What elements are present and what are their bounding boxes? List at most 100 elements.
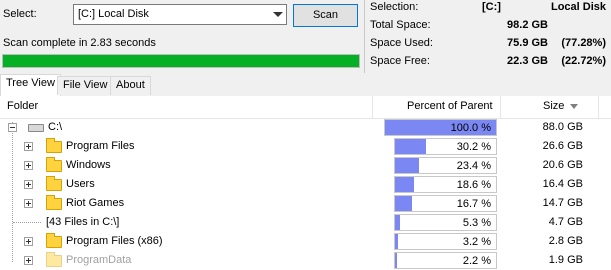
size-text: 26.6 GB [542,140,583,152]
scan-progress-bar [2,54,360,68]
selection-label: Selection: [370,1,419,13]
tree-row[interactable]: Riot Games 16.7 % 14.7 GB [0,194,611,213]
tree-row[interactable]: Users 18.6 % 16.4 GB [0,175,611,194]
drive-select-value: [C:] Local Disk [78,8,149,20]
percent-bar-fill [395,234,399,249]
percent-bar-fill [395,215,401,230]
selection-name: Local Disk [550,1,606,13]
folder-icon [46,157,62,172]
percent-bar-fill [395,158,419,173]
tree-root-row[interactable]: C:\ 100.0 % 88.0 GB [0,118,611,137]
tree-row[interactable]: ProgramData 2.2 % 1.9 GB [0,251,611,270]
percent-text: 5.3 % [462,217,491,229]
column-size[interactable]: Size [543,100,564,112]
drive-select[interactable]: [C:] Local Disk [73,4,287,25]
selection-drive: [C:] [482,1,501,13]
percent-text: 16.7 % [456,198,491,210]
size-text: 1.9 GB [548,254,583,266]
tree-item-name: Program Files (x86) [66,235,163,247]
size-text: 4.7 GB [548,216,583,228]
percent-bar: 100.0 % [384,119,497,136]
tree-view: Folder Percent of Parent Size C:\ 100.0 %… [0,96,611,270]
space-used-label: Space Used: [370,37,433,49]
percent-bar: 5.3 % [394,214,497,231]
column-separator[interactable] [372,96,373,118]
folder-icon [46,252,62,267]
chevron-down-icon[interactable] [273,12,283,17]
size-text: 88.0 GB [542,121,583,133]
tree-item-name: C:\ [48,121,63,133]
scan-controls: Select: [C:] Local Disk Scan Scan comple… [0,0,364,73]
percent-text: 23.4 % [456,160,491,172]
tree-item-name: Users [66,178,95,190]
percent-bar: 23.4 % [394,157,497,174]
percent-text: 2.2 % [462,255,491,267]
total-space-label: Total Space: [370,19,431,31]
tree-item-name: Windows [66,159,111,171]
tree-row[interactable]: [43 Files in C:\] 5.3 % 4.7 GB [0,213,611,232]
tab-tree-view[interactable]: Tree View [0,74,61,96]
size-text: 14.7 GB [542,197,583,209]
scan-progress-fill [3,55,359,67]
percent-bar-fill [395,139,426,154]
percent-bar-fill [395,196,412,211]
tree-row[interactable]: Program Files 30.2 % 26.6 GB [0,137,611,156]
tree-item-name: Riot Games [66,197,125,209]
select-label: Select: [3,8,37,20]
percent-bar: 18.6 % [394,176,497,193]
percent-text: 30.2 % [456,141,491,153]
total-space-row: Total Space: 98.2 GB [370,18,608,36]
column-separator[interactable] [500,96,501,118]
space-used-row: Space Used: 75.9 GB (77.28%) [370,36,608,54]
scan-status: Scan complete in 2.83 seconds [3,37,156,49]
percent-text: 3.2 % [462,236,491,248]
space-free-label: Space Free: [370,55,430,67]
total-space-value: 98.2 GB [507,19,548,31]
expand-icon[interactable] [24,161,33,170]
tree-guide-line [13,222,41,224]
scan-button[interactable]: Scan [293,4,358,27]
expand-icon[interactable] [24,142,33,151]
expand-icon[interactable] [24,199,33,208]
folder-icon [46,195,62,210]
expand-icon[interactable] [24,256,33,265]
space-free-value: 22.3 GB [507,55,548,67]
space-free-row: Space Free: 22.3 GB (22.72%) [370,54,608,72]
percent-bar: 3.2 % [394,233,497,250]
drive-info: Selection: [C:] Local Disk Total Space: … [370,0,610,73]
percent-text: 18.6 % [456,179,491,191]
folder-icon [46,138,62,153]
selection-row: Selection: [C:] Local Disk [370,0,608,18]
column-percent[interactable]: Percent of Parent [407,100,493,112]
disk-icon [28,124,44,132]
space-free-percent: (22.72%) [561,55,606,67]
view-tabs: Tree View File View About [0,74,611,97]
size-text: 16.4 GB [542,178,583,190]
sort-descending-icon [570,104,578,109]
expand-icon[interactable] [24,237,33,246]
tree-row[interactable]: Windows 23.4 % 20.6 GB [0,156,611,175]
folder-icon [46,233,62,248]
expand-icon[interactable] [24,180,33,189]
tab-about[interactable]: About [110,76,151,95]
column-separator[interactable] [598,96,599,118]
percent-text: 100.0 % [450,122,491,134]
tree-item-name: Program Files [66,140,135,152]
tree-row[interactable]: Program Files (x86) 3.2 % 2.8 GB [0,232,611,251]
top-panel: Select: [C:] Local Disk Scan Scan comple… [0,0,611,73]
tab-file-view[interactable]: File View [57,76,114,95]
percent-bar: 30.2 % [394,138,497,155]
size-text: 2.8 GB [548,235,583,247]
size-text: 20.6 GB [542,159,583,171]
percent-bar-fill [395,177,414,192]
percent-bar-fill [395,253,398,268]
column-folder[interactable]: Folder [7,100,38,112]
tree-item-name: ProgramData [66,254,132,266]
space-used-value: 75.9 GB [507,37,548,49]
panel-divider [364,0,365,73]
folder-icon [46,176,62,191]
collapse-icon[interactable] [8,123,17,132]
column-header: Folder Percent of Parent Size [0,96,611,119]
space-used-percent: (77.28%) [561,37,606,49]
tree-item-name: [43 Files in C:\] [46,216,120,228]
